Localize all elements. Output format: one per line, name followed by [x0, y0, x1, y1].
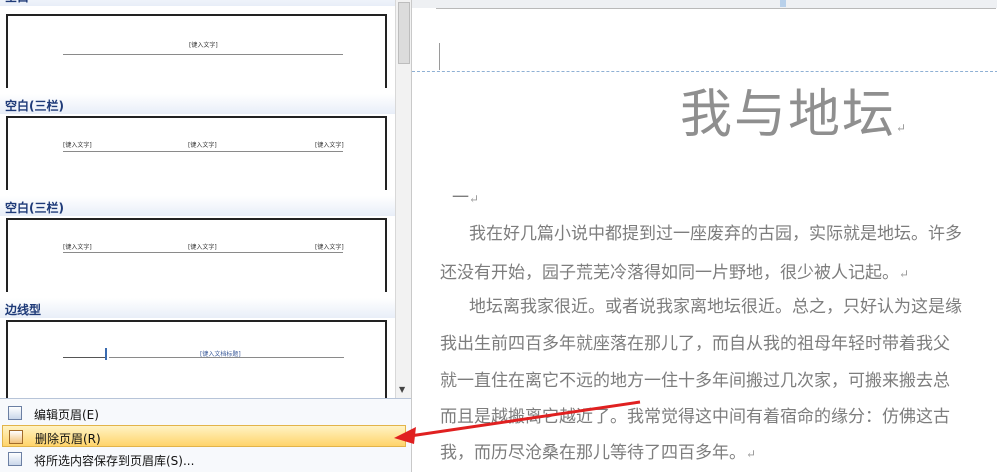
header-rule	[63, 151, 343, 152]
gallery-thumbnail-blank-three-column[interactable]: [键入文字] [键入文字] [键入文字]	[6, 218, 387, 292]
menu-item-label: 将所选内容保存到页眉库(S)...	[34, 454, 195, 468]
body-line[interactable]: 我出生前四百多年就座落在那儿了，而自从我的祖母年轻时带着我父	[440, 329, 950, 354]
body-line[interactable]: 还没有开始，园子荒芜冷落得如同一片野地，很少被人记起。↵	[440, 258, 909, 283]
gallery-thumbnail-blank-three-column[interactable]: [键入文字] [键入文字] [键入文字]	[6, 116, 387, 190]
header-gallery-panel: 空白 [键入文字] 空白(三栏) [键入文字] [键入文字] [键入文字] 空白…	[0, 0, 411, 398]
gallery-section-label: 边线型	[5, 303, 42, 317]
header-rule	[63, 252, 343, 253]
header-menu: 编辑页眉(E) 删除页眉(R) 将所选内容保存到页眉库(S)...	[0, 398, 411, 472]
gallery-section-label: 空白(三栏)	[5, 201, 64, 215]
placeholder-text: [键入文字]	[188, 142, 217, 149]
header-top-rule	[436, 8, 996, 9]
section-number: 一	[452, 188, 469, 208]
placeholder-text: [键入文字]	[188, 244, 217, 251]
body-line[interactable]: 我在好几篇小说中都提到过一座废弃的古园，实际就是地坛。许多	[469, 219, 962, 244]
paragraph-mark: ↵	[469, 192, 480, 206]
gallery-section-label: 空白	[5, 0, 29, 5]
paragraph-mark: ↵	[899, 267, 910, 281]
gallery-scrollbar[interactable]: ▼	[395, 0, 411, 398]
document-title[interactable]: 我与地坛↵	[680, 72, 908, 147]
gallery-section-header: 空白(三栏)	[0, 94, 395, 114]
gallery-section-header: 空白	[0, 0, 395, 6]
gallery-section-label: 空白(三栏)	[5, 99, 64, 113]
save-selection-to-gallery-menu-item[interactable]: 将所选内容保存到页眉库(S)...	[2, 448, 406, 470]
gallery-thumbnail-blank[interactable]: [键入文字]	[6, 14, 387, 88]
placeholder-text: [键入文字]	[189, 42, 218, 49]
scroll-down-arrow-icon[interactable]: ▼	[399, 385, 405, 394]
body-line-text: 我，而历尽沧桑在那儿等待了四百多年。	[440, 443, 746, 463]
delete-header-icon	[9, 430, 23, 444]
sideline-left-rule	[63, 357, 105, 358]
document-title-text: 我与地坛	[680, 85, 897, 145]
document-page[interactable]: 我与地坛↵ 一↵ 我在好几篇小说中都提到过一座废弃的古园，实际就是地坛。许多 还…	[411, 0, 997, 472]
paragraph-mark: ↵	[746, 447, 757, 461]
header-rule	[63, 54, 343, 55]
body-line[interactable]: 地坛离我家很近。或者说我家离地坛很近。总之，只好认为这是缘	[469, 292, 962, 317]
placeholder-text: [键入文字]	[63, 142, 92, 149]
body-line[interactable]: 一↵	[452, 183, 479, 208]
margin-corner-mark	[439, 43, 440, 70]
scrollbar-thumb[interactable]	[398, 2, 410, 64]
placeholder-text: [键入文字]	[63, 244, 92, 251]
menu-item-label: 删除页眉(R)	[35, 432, 101, 446]
ruler-marker[interactable]	[780, 0, 786, 7]
menu-item-label: 编辑页眉(E)	[34, 408, 99, 422]
body-line-text: 还没有开始，园子荒芜冷落得如同一片野地，很少被人记起。	[440, 263, 899, 283]
edit-header-menu-item[interactable]: 编辑页眉(E)	[2, 402, 406, 424]
placeholder-text: [键入文字]	[315, 142, 344, 149]
delete-header-menu-item[interactable]: 删除页眉(R)	[2, 425, 406, 447]
paragraph-mark: ↵	[896, 121, 909, 135]
save-to-gallery-icon	[8, 452, 22, 466]
body-line[interactable]: 我，而历尽沧桑在那儿等待了四百多年。↵	[440, 438, 756, 463]
edit-header-icon	[8, 406, 22, 420]
body-line[interactable]: 而且是越搬离它越近了。我常觉得这中间有着宿命的缘分：仿佛这古	[440, 402, 950, 427]
gallery-section-header: 空白(三栏)	[0, 196, 395, 216]
placeholder-text: [键入文字]	[315, 244, 344, 251]
page-top-edge	[412, 0, 997, 8]
gallery-thumbnail-sideline[interactable]: [键入文档标题]	[6, 320, 387, 398]
placeholder-text: [键入文档标题]	[200, 351, 241, 358]
body-line[interactable]: 就一直住在离它不远的地方一住十多年间搬过几次家，可搬来搬去总	[440, 366, 950, 391]
text-cursor	[105, 348, 107, 360]
gallery-section-header: 边线型	[0, 298, 395, 318]
